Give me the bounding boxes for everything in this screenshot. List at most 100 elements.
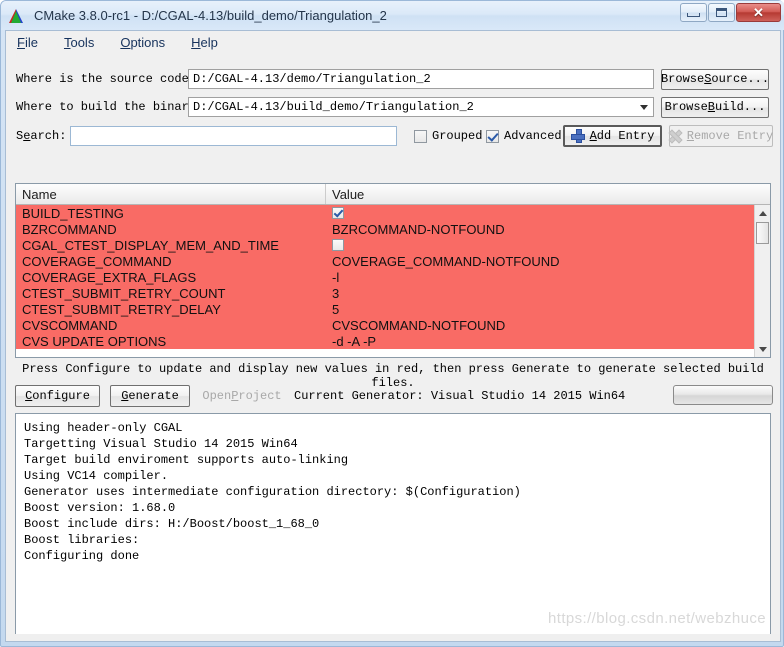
scroll-down-icon[interactable] [755,341,770,357]
remove-x-icon [669,130,682,143]
browse-source-button[interactable]: Browse Source... [660,68,770,90]
maximize-button[interactable] [708,3,735,22]
cache-variable-value[interactable] [326,239,770,251]
table-row[interactable]: CVSCOMMAND CVSCOMMAND-NOTFOUND [16,317,770,333]
cache-variable-name: CTEST_SUBMIT_RETRY_COUNT [22,285,226,301]
cache-variable-name: COVERAGE_EXTRA_FLAGS [22,269,197,285]
cache-variable-name: COVERAGE_COMMAND [22,253,172,269]
add-entry-button[interactable]: Add Entry [563,125,662,147]
path-form: Where is the source code: D:/CGAL-4.13/d… [6,53,780,176]
cache-variable-value[interactable]: BZRCOMMAND-NOTFOUND [326,222,770,237]
source-row: Where is the source code: D:/CGAL-4.13/d… [6,67,780,91]
search-input[interactable] [70,126,397,146]
open-project-rest: roject [238,389,282,403]
cmake-logo-icon [8,7,26,25]
browse-build-pre: Browse [664,100,708,114]
grouped-checkbox[interactable]: Grouped [414,129,482,143]
browse-source-pre: Browse [660,72,705,86]
cache-variable-value[interactable]: -l [326,270,770,285]
table-header-row: Name Value [16,184,770,205]
output-log[interactable]: Using header-only CGAL Targetting Visual… [15,413,771,635]
cache-variable-value[interactable]: -d -A -P [326,334,770,349]
remove-entry-accel: R [686,129,694,143]
close-button[interactable]: ✕ [736,3,781,22]
menu-file[interactable]: File [15,33,48,52]
cmake-gui-window: CMake 3.8.0-rc1 - D:/CGAL-4.13/build_dem… [0,0,784,647]
status-strip [6,634,780,641]
menu-options[interactable]: Options [118,33,175,52]
configure-button[interactable]: Configure [15,385,100,407]
remove-entry-button[interactable]: Remove Entry [669,125,773,147]
grouped-label: Grouped [432,129,483,143]
table-row[interactable]: COVERAGE_EXTRA_FLAGS -l [16,269,770,285]
window-controls: ✕ [680,3,781,22]
column-header-name[interactable]: Name [16,184,326,204]
generate-accel: G [121,389,129,403]
configure-rest: onfigure [32,389,90,403]
browse-source-accel: S [704,72,712,86]
browse-source-rest: ource... [711,72,770,86]
scroll-up-icon[interactable] [755,205,770,221]
search-row: Search: Grouped Advanced Add Entry Remov… [6,124,780,148]
table-row[interactable]: BZRCOMMAND BZRCOMMAND-NOTFOUND [16,221,770,237]
table-row[interactable]: BUILD_TESTING [16,205,770,221]
menu-options-label: ptions [130,34,166,50]
scrollbar-thumb[interactable] [756,222,769,244]
browse-build-rest: uild... [715,100,766,114]
table-row[interactable]: CGAL_CTEST_DISPLAY_MEM_AND_TIME [16,237,770,253]
configure-accel: C [25,389,33,403]
table-scrollbar[interactable] [754,205,770,357]
cache-variable-name: CGAL_CTEST_DISPLAY_MEM_AND_TIME [22,237,279,253]
generate-button[interactable]: Generate [110,385,190,407]
generate-rest: enerate [128,389,179,403]
menu-help-label: elp [200,34,218,50]
search-label-rest: arch: [30,129,67,143]
cache-variable-value[interactable]: 3 [326,286,770,301]
cache-variable-value[interactable]: 5 [326,302,770,317]
column-header-value[interactable]: Value [326,184,770,204]
cache-variable-value[interactable]: COVERAGE_COMMAND-NOTFOUND [326,254,770,269]
chevron-down-icon [640,105,648,110]
advanced-checkbox-box [486,129,499,143]
cache-variable-value[interactable]: CVSCOMMAND-NOTFOUND [326,318,770,333]
minimize-button[interactable] [680,3,707,22]
cache-value-checkbox[interactable] [332,207,344,219]
build-path-value: D:/CGAL-4.13/build_demo/Triangulation_2 [193,100,474,114]
table-row[interactable]: CTEST_SUBMIT_RETRY_DELAY 5 [16,301,770,317]
advanced-checkbox[interactable]: Advanced [486,129,562,143]
table-row[interactable]: COVERAGE_COMMAND COVERAGE_COMMAND-NOTFOUN… [16,253,770,269]
menu-tools-label: ools [70,34,95,50]
table-body: BUILD_TESTING BZRCOMMAND BZRCOMMAND-NOTFOU… [16,205,770,357]
current-generator-label: Current Generator: Visual Studio 14 2015… [294,389,626,403]
open-project-pre: Open [202,389,232,403]
source-path-input[interactable]: D:/CGAL-4.13/demo/Triangulation_2 [188,69,654,89]
browse-build-button[interactable]: Browse Build... [661,96,769,118]
search-label: Search: [16,129,66,143]
minimize-icon [687,13,700,17]
client-area: File Tools Options Help Where is the sou… [5,30,781,642]
remove-entry-rest: emove Entry [694,129,774,143]
cache-variable-value[interactable] [326,207,770,219]
build-row: Where to build the binaries: D:/CGAL-4.1… [6,95,780,119]
cache-variable-name: CVS UPDATE OPTIONS [22,333,167,349]
progress-bar [673,385,773,405]
maximize-icon [716,8,727,17]
menu-file-label: ile [24,34,38,50]
open-project-button[interactable]: Open Project [198,385,286,407]
menu-help[interactable]: Help [189,33,228,52]
open-project-accel: P [231,389,239,403]
menu-help-accel: H [191,34,201,50]
menu-file-accel: F [17,34,25,50]
cache-variable-name: BZRCOMMAND [22,221,117,237]
build-path-combo[interactable]: D:/CGAL-4.13/build_demo/Triangulation_2 [188,97,654,117]
menu-tools[interactable]: Tools [62,33,104,52]
table-row[interactable]: CTEST_SUBMIT_RETRY_COUNT 3 [16,285,770,301]
grouped-checkbox-box [414,129,427,143]
add-entry-rest: dd Entry [596,129,655,143]
source-label: Where is the source code: [16,72,197,86]
table-row[interactable]: CVS UPDATE OPTIONS -d -A -P [16,333,770,349]
cache-value-checkbox[interactable] [332,239,344,251]
menu-bar: File Tools Options Help [6,31,780,53]
cache-variable-name: CTEST_SUBMIT_RETRY_DELAY [22,301,221,317]
menu-options-accel: O [120,34,131,50]
